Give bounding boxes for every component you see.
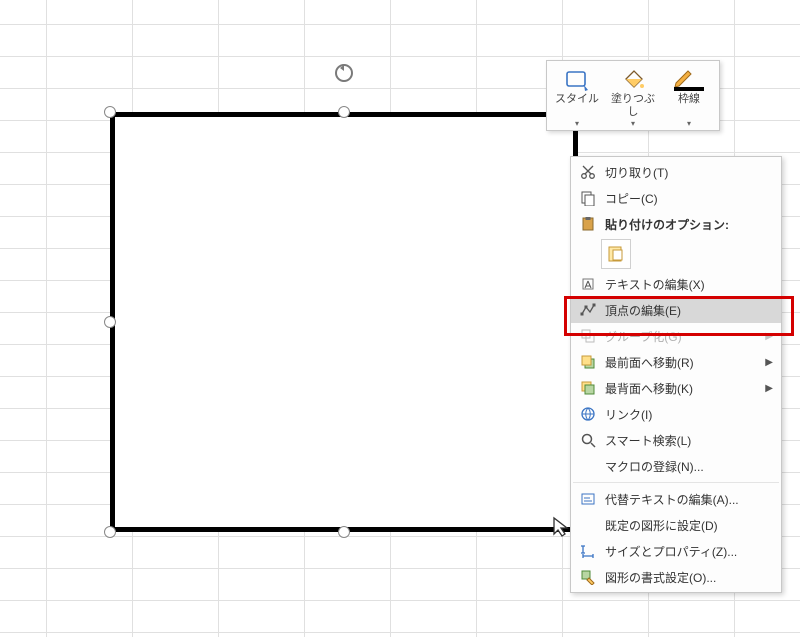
- copy-icon: [580, 190, 596, 206]
- shape-outline-label: 枠線: [678, 93, 700, 105]
- menu-smart-lookup[interactable]: スマート検索(L): [571, 427, 781, 453]
- paste-option-icon: [606, 244, 626, 264]
- menu-separator: [573, 482, 779, 483]
- menu-edit-text-label: テキストの編集(X): [605, 276, 773, 293]
- menu-assign-macro-label: マクロの登録(N)...: [605, 458, 773, 475]
- clipboard-icon: [580, 216, 596, 232]
- scissors-icon: [580, 164, 596, 180]
- menu-size-props[interactable]: サイズとプロパティ(Z)...: [571, 538, 781, 564]
- selection-handle[interactable]: [338, 526, 350, 538]
- menu-paste-options-label: 貼り付けのオプション:: [605, 216, 773, 233]
- menu-cut[interactable]: 切り取り(T): [571, 159, 781, 185]
- menu-copy[interactable]: コピー(C): [571, 185, 781, 211]
- menu-edit-points[interactable]: 頂点の編集(E): [571, 297, 781, 323]
- menu-copy-label: コピー(C): [605, 190, 773, 207]
- menu-format-shape-label: 図形の書式設定(O)...: [605, 569, 773, 586]
- menu-edit-text[interactable]: テキストの編集(X): [571, 271, 781, 297]
- paint-bucket-icon: [620, 69, 646, 91]
- selection-handle[interactable]: [104, 526, 116, 538]
- selection-handle[interactable]: [104, 316, 116, 328]
- mini-toolbar: スタイル ▾ 塗りつぶし ▾ 枠線 ▾: [546, 60, 720, 131]
- submenu-arrow-icon: ▶: [765, 331, 773, 342]
- paste-options-row: [571, 237, 781, 271]
- menu-edit-points-label: 頂点の編集(E): [605, 302, 773, 319]
- format-shape-icon: [580, 569, 596, 585]
- edit-points-icon: [580, 302, 596, 318]
- menu-size-props-label: サイズとプロパティ(Z)...: [605, 543, 773, 560]
- link-icon: [580, 406, 596, 422]
- send-back-icon: [580, 380, 596, 396]
- shape-fill-label: 塗りつぶし: [611, 93, 655, 118]
- context-menu: 切り取り(T) コピー(C) 貼り付けのオプション:: [570, 156, 782, 593]
- alt-text-icon: [580, 491, 596, 507]
- group-icon: [580, 328, 596, 344]
- selection-handle[interactable]: [104, 106, 116, 118]
- smart-lookup-icon: [580, 432, 596, 448]
- menu-smart-lookup-label: スマート検索(L): [605, 432, 773, 449]
- menu-send-back-label: 最背面へ移動(K): [605, 380, 759, 397]
- menu-link[interactable]: リンク(I): [571, 401, 781, 427]
- menu-group: グループ化(G) ▶: [571, 323, 781, 349]
- menu-cut-label: 切り取り(T): [605, 164, 773, 181]
- menu-group-label: グループ化(G): [605, 328, 759, 345]
- outline-pen-icon: [672, 69, 706, 91]
- rotate-icon: [333, 62, 355, 84]
- submenu-arrow-icon: ▶: [765, 357, 773, 368]
- paste-option-button[interactable]: [601, 239, 631, 269]
- shape-fill-button[interactable]: 塗りつぶし ▾: [605, 65, 661, 128]
- shape-outline-button[interactable]: 枠線 ▾: [661, 65, 717, 128]
- menu-bring-front-label: 最前面へ移動(R): [605, 354, 759, 371]
- menu-alt-text-label: 代替テキストの編集(A)...: [605, 491, 773, 508]
- bring-front-icon: [580, 354, 596, 370]
- menu-set-default[interactable]: 既定の図形に設定(D): [571, 512, 781, 538]
- shape-style-button[interactable]: スタイル ▾: [549, 65, 605, 128]
- selection-handle[interactable]: [338, 106, 350, 118]
- menu-assign-macro[interactable]: マクロの登録(N)...: [571, 453, 781, 479]
- shape-rectangle[interactable]: [110, 112, 578, 532]
- rotation-handle[interactable]: [333, 62, 355, 84]
- shape-style-icon: [564, 69, 590, 91]
- menu-link-label: リンク(I): [605, 406, 773, 423]
- menu-format-shape[interactable]: 図形の書式設定(O)...: [571, 564, 781, 590]
- submenu-arrow-icon: ▶: [765, 383, 773, 394]
- edit-text-icon: [580, 276, 596, 292]
- menu-bring-front[interactable]: 最前面へ移動(R) ▶: [571, 349, 781, 375]
- menu-send-back[interactable]: 最背面へ移動(K) ▶: [571, 375, 781, 401]
- menu-alt-text[interactable]: 代替テキストの編集(A)...: [571, 486, 781, 512]
- shape-rectangle-body[interactable]: [110, 112, 578, 532]
- shape-style-label: スタイル: [555, 93, 599, 105]
- size-props-icon: [580, 543, 596, 559]
- menu-paste-options-header: 貼り付けのオプション:: [571, 211, 781, 237]
- menu-set-default-label: 既定の図形に設定(D): [605, 517, 773, 534]
